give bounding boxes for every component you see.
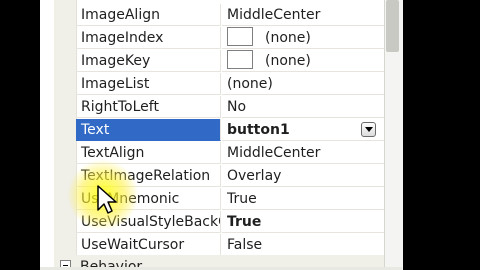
property-name: ImageKey: [76, 50, 221, 72]
property-row-imagealign[interactable]: ImageAlign MiddleCenter: [54, 4, 384, 27]
property-value[interactable]: True: [222, 211, 384, 233]
property-value[interactable]: MiddleCenter: [222, 142, 384, 164]
property-name: Text: [76, 119, 221, 141]
property-value[interactable]: False: [222, 234, 384, 256]
property-row-imagelist[interactable]: ImageList (none): [54, 73, 384, 96]
property-value[interactable]: True: [222, 188, 384, 210]
property-row-textalign[interactable]: TextAlign MiddleCenter: [54, 142, 384, 165]
image-swatch-icon: [227, 27, 253, 46]
property-value[interactable]: button1: [227, 122, 290, 138]
property-name: UseWaitCursor: [76, 234, 221, 256]
chevron-down-icon[interactable]: [361, 122, 376, 137]
property-name: TextAlign: [76, 142, 221, 164]
property-value[interactable]: (none): [222, 73, 384, 95]
property-name: RightToLeft: [76, 96, 221, 118]
image-swatch-icon: [227, 50, 253, 69]
property-grid: ImageAlign MiddleCenter ImageIndex (none…: [54, 0, 384, 270]
property-row-usewaitcursor[interactable]: UseWaitCursor False: [54, 234, 384, 257]
property-row-imagekey[interactable]: ImageKey (none): [54, 50, 384, 73]
property-value: (none): [265, 53, 311, 69]
property-value-cell[interactable]: (none): [222, 50, 384, 72]
property-value[interactable]: Overlay: [222, 165, 384, 187]
property-value: (none): [265, 30, 311, 46]
property-name: ImageList: [76, 73, 221, 95]
property-value-cell[interactable]: (none): [222, 27, 384, 49]
property-name: TextImageRelation: [76, 165, 221, 187]
property-row-usevisualstylebackcolor[interactable]: UseVisualStyleBackColor True: [54, 211, 384, 234]
property-value[interactable]: No: [222, 96, 384, 118]
property-row-textimagerelation[interactable]: TextImageRelation Overlay: [54, 165, 384, 188]
property-name: ImageAlign: [76, 4, 221, 26]
property-name: UseVisualStyleBackColor: [76, 211, 221, 233]
property-row-righttoleft[interactable]: RightToLeft No: [54, 96, 384, 119]
property-row-usemnemonic[interactable]: UseMnemonic True: [54, 188, 384, 211]
property-value-cell[interactable]: button1: [222, 119, 384, 141]
screen: ImageAlign MiddleCenter ImageIndex (none…: [0, 0, 480, 270]
scrollbar-thumb[interactable]: [386, 0, 399, 52]
property-row-imageindex[interactable]: ImageIndex (none): [54, 27, 384, 50]
property-name: ImageIndex: [76, 27, 221, 49]
window-edge: [40, 0, 54, 270]
property-value[interactable]: MiddleCenter: [222, 4, 384, 26]
property-name: UseMnemonic: [76, 188, 221, 210]
property-row-text[interactable]: Text button1: [54, 119, 384, 142]
